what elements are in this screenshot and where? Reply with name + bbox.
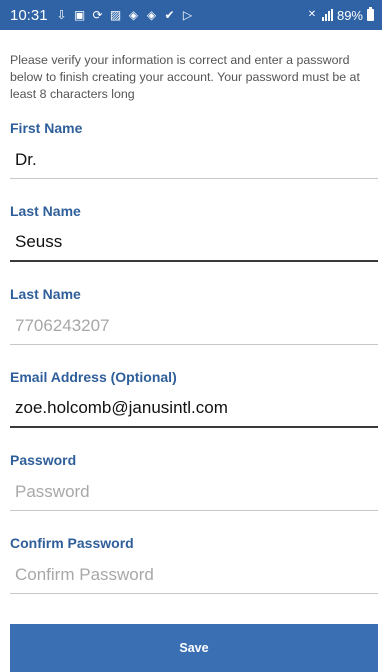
system-status: ✕ 89% (306, 7, 374, 23)
sync-icon: ⟳ (92, 8, 103, 22)
dropbox-icon: ◈ (128, 8, 139, 22)
password-input[interactable]: Password (10, 473, 378, 511)
account-form: Please verify your information is correc… (0, 30, 382, 672)
battery-percent: 89% (336, 7, 363, 23)
email-field: Email Address (Optional) zoe.holcomb@jan… (10, 368, 378, 428)
dropbox-icon: ◈ (146, 8, 157, 22)
signal-icon (321, 9, 333, 21)
save-button[interactable]: Save (10, 624, 378, 672)
email-label: Email Address (Optional) (10, 369, 177, 385)
last-name-label: Last Name (10, 203, 81, 219)
confirm-password-label: Confirm Password (10, 535, 134, 551)
battery-icon (367, 7, 374, 21)
status-bar: 10:31 ⇩ ▣ ⟳ ▨ ◈ ◈ ✔ ▷ ✕ 89% (0, 0, 382, 30)
email-input[interactable]: zoe.holcomb@janusintl.com (10, 390, 378, 428)
first-name-input[interactable]: Dr. (10, 141, 378, 179)
image-icon: ▨ (109, 8, 122, 22)
first-name-field: First Name Dr. (10, 119, 378, 179)
download-icon: ⇩ (56, 8, 67, 22)
phone-field: Last Name 7706243207 (10, 285, 378, 345)
last-name-field: Last Name Seuss (10, 202, 378, 262)
last-name-input[interactable]: Seuss (10, 224, 378, 262)
first-name-label: First Name (10, 120, 83, 136)
password-field: Password Password (10, 451, 378, 511)
check-icon: ✔ (164, 8, 175, 22)
confirm-password-input[interactable]: Confirm Password (10, 556, 378, 594)
gallery-icon: ▣ (73, 8, 86, 22)
notification-icons: ⇩ ▣ ⟳ ▨ ◈ ◈ ✔ ▷ (56, 9, 306, 21)
confirm-password-field: Confirm Password Confirm Password (10, 534, 378, 594)
intro-text: Please verify your information is correc… (10, 53, 360, 101)
status-time: 10:31 (10, 6, 48, 24)
phone-input[interactable]: 7706243207 (10, 307, 378, 345)
password-label: Password (10, 452, 77, 468)
play-store-icon: ▷ (182, 8, 193, 22)
mute-icon: ✕ (307, 9, 317, 20)
phone-label: Last Name (10, 286, 81, 302)
